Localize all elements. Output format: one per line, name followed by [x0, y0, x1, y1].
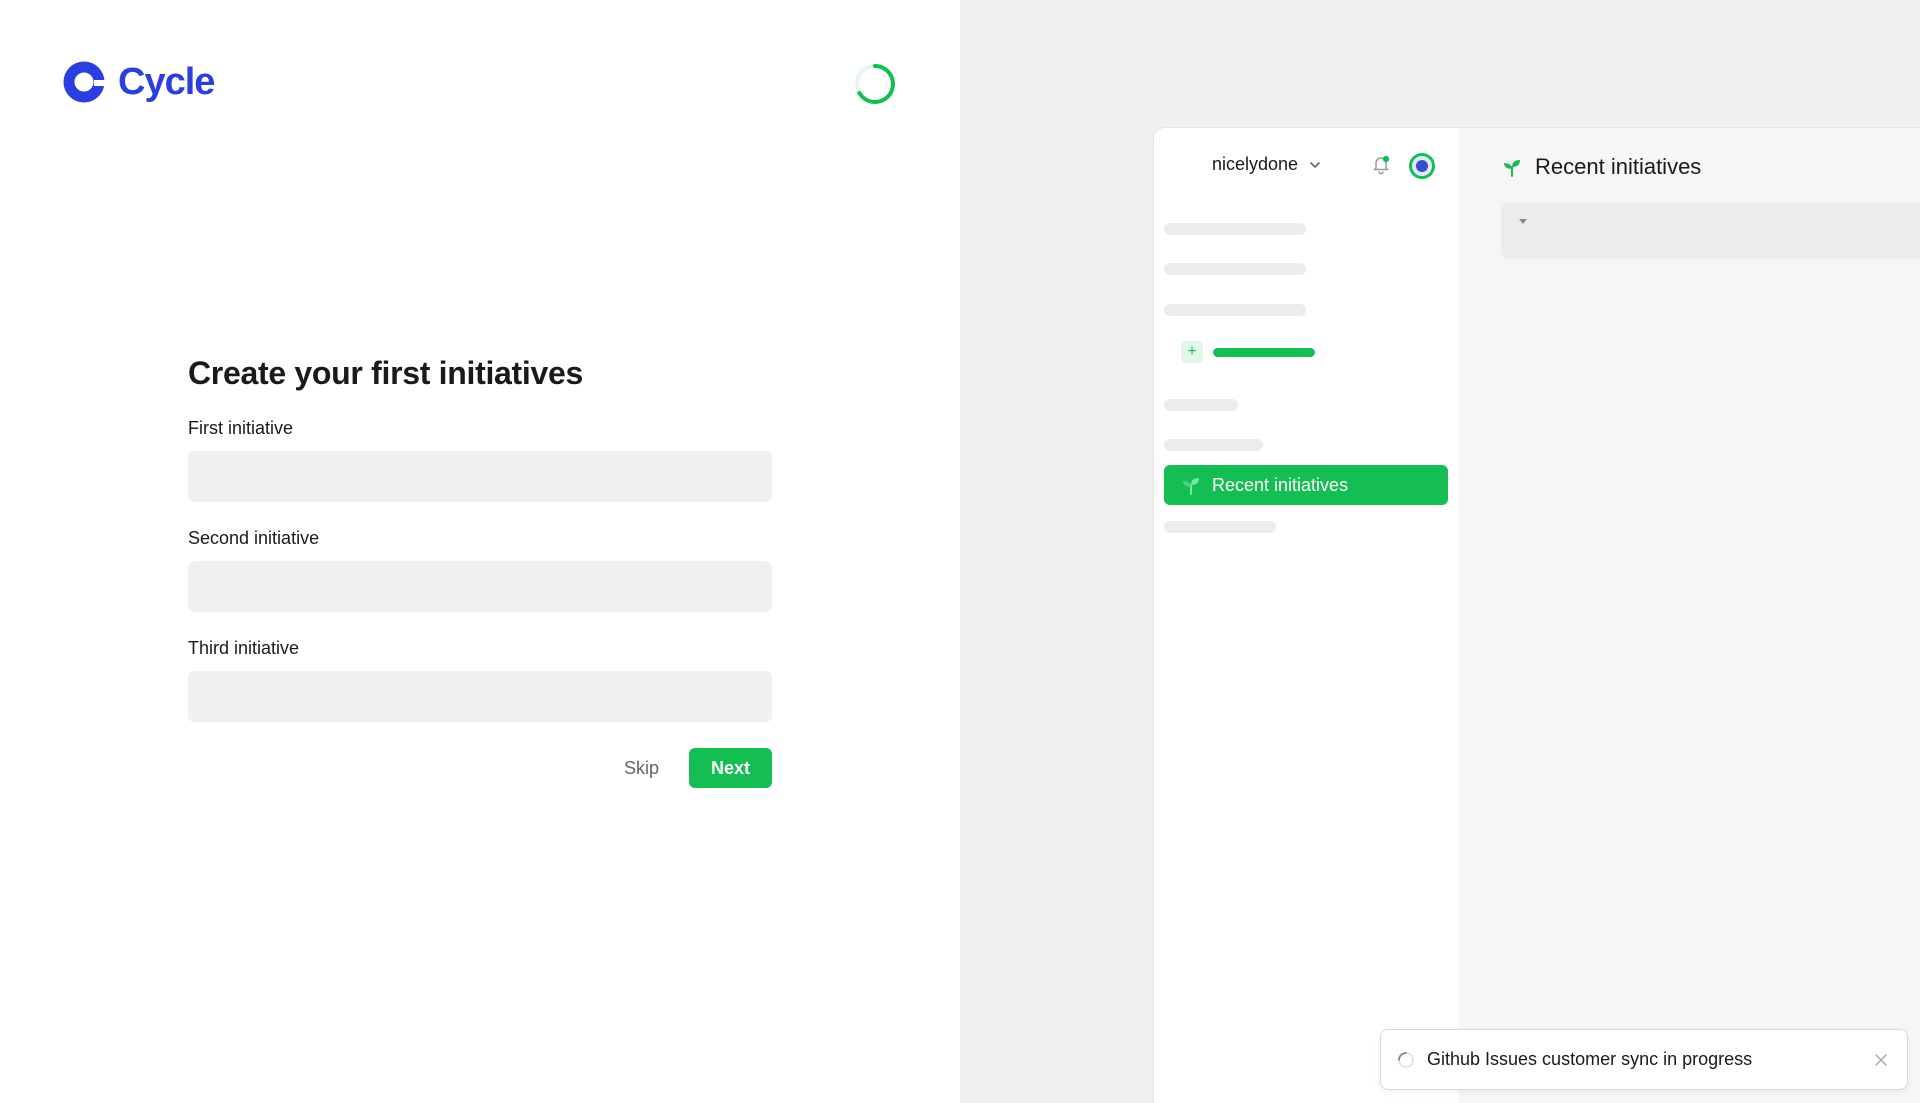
app-preview-window: nicelydone + Recent initiatives Recent i…: [1153, 127, 1920, 1103]
caret-down-icon[interactable]: [1519, 219, 1527, 224]
cycle-logo: Cycle: [62, 60, 215, 104]
bell-icon[interactable]: [1370, 153, 1392, 175]
skeleton-nav-item: [1164, 304, 1306, 316]
onboarding-progress-icon: [855, 64, 895, 104]
main-title: Recent initiatives: [1535, 154, 1702, 179]
initiatives-form: Create your first initiatives First init…: [188, 355, 772, 788]
plus-icon: +: [1181, 341, 1203, 363]
form-title: Create your first initiatives: [188, 355, 583, 391]
first-initiative-label: First initiative: [188, 418, 294, 438]
form-actions: Skip Next: [188, 748, 772, 788]
main-header: Recent initiatives: [1501, 154, 1701, 180]
toast-message: Github Issues customer sync in progress: [1427, 1049, 1753, 1069]
initiatives-group-placeholder: [1501, 203, 1920, 259]
skeleton-nav-item: [1164, 439, 1263, 451]
sync-toast: Github Issues customer sync in progress: [1380, 1029, 1908, 1090]
second-initiative-input[interactable]: [188, 561, 772, 612]
second-initiative-label: Second initiative: [188, 528, 320, 548]
workspace-name: nicelydone: [1212, 154, 1299, 174]
skeleton-nav-item: [1164, 223, 1306, 235]
preview-sidebar: nicelydone + Recent initiatives: [1154, 128, 1459, 1103]
app-preview-panel: nicelydone + Recent initiatives Recent i…: [960, 0, 1920, 1103]
third-initiative-label: Third initiative: [188, 638, 300, 658]
first-initiative-input[interactable]: [188, 451, 772, 502]
avatar[interactable]: [1409, 153, 1435, 179]
cycle-logo-icon: [63, 61, 106, 103]
third-initiative-input[interactable]: [188, 671, 772, 722]
skeleton-nav-item: [1164, 263, 1306, 275]
highlight-placeholder-bar: [1213, 347, 1315, 357]
preview-main: Recent initiatives: [1459, 128, 1920, 1103]
add-item-row[interactable]: +: [1181, 341, 1315, 363]
spinner-icon: [1398, 1051, 1414, 1068]
second-initiative-field: Second initiative: [188, 528, 772, 612]
skip-button[interactable]: Skip: [618, 750, 665, 787]
sidebar-item-label: Recent initiatives: [1212, 474, 1349, 495]
next-button[interactable]: Next: [689, 748, 772, 788]
sidebar-item-recent-initiatives[interactable]: Recent initiatives: [1164, 465, 1448, 505]
close-icon[interactable]: [1873, 1052, 1889, 1068]
sprout-icon: [1504, 160, 1520, 177]
brand-name: Cycle: [118, 60, 215, 103]
skeleton-nav-item: [1164, 399, 1238, 411]
chevron-down-icon: [1310, 161, 1320, 168]
skeleton-nav-item: [1164, 521, 1276, 533]
workspace-switcher[interactable]: nicelydone: [1212, 154, 1322, 175]
onboarding-panel: Cycle Create your first initiatives Firs…: [0, 0, 960, 1103]
first-initiative-field: First initiative: [188, 418, 772, 502]
avatar-image: [1416, 160, 1428, 172]
third-initiative-field: Third initiative: [188, 638, 772, 722]
sprout-icon: [1183, 478, 1199, 495]
